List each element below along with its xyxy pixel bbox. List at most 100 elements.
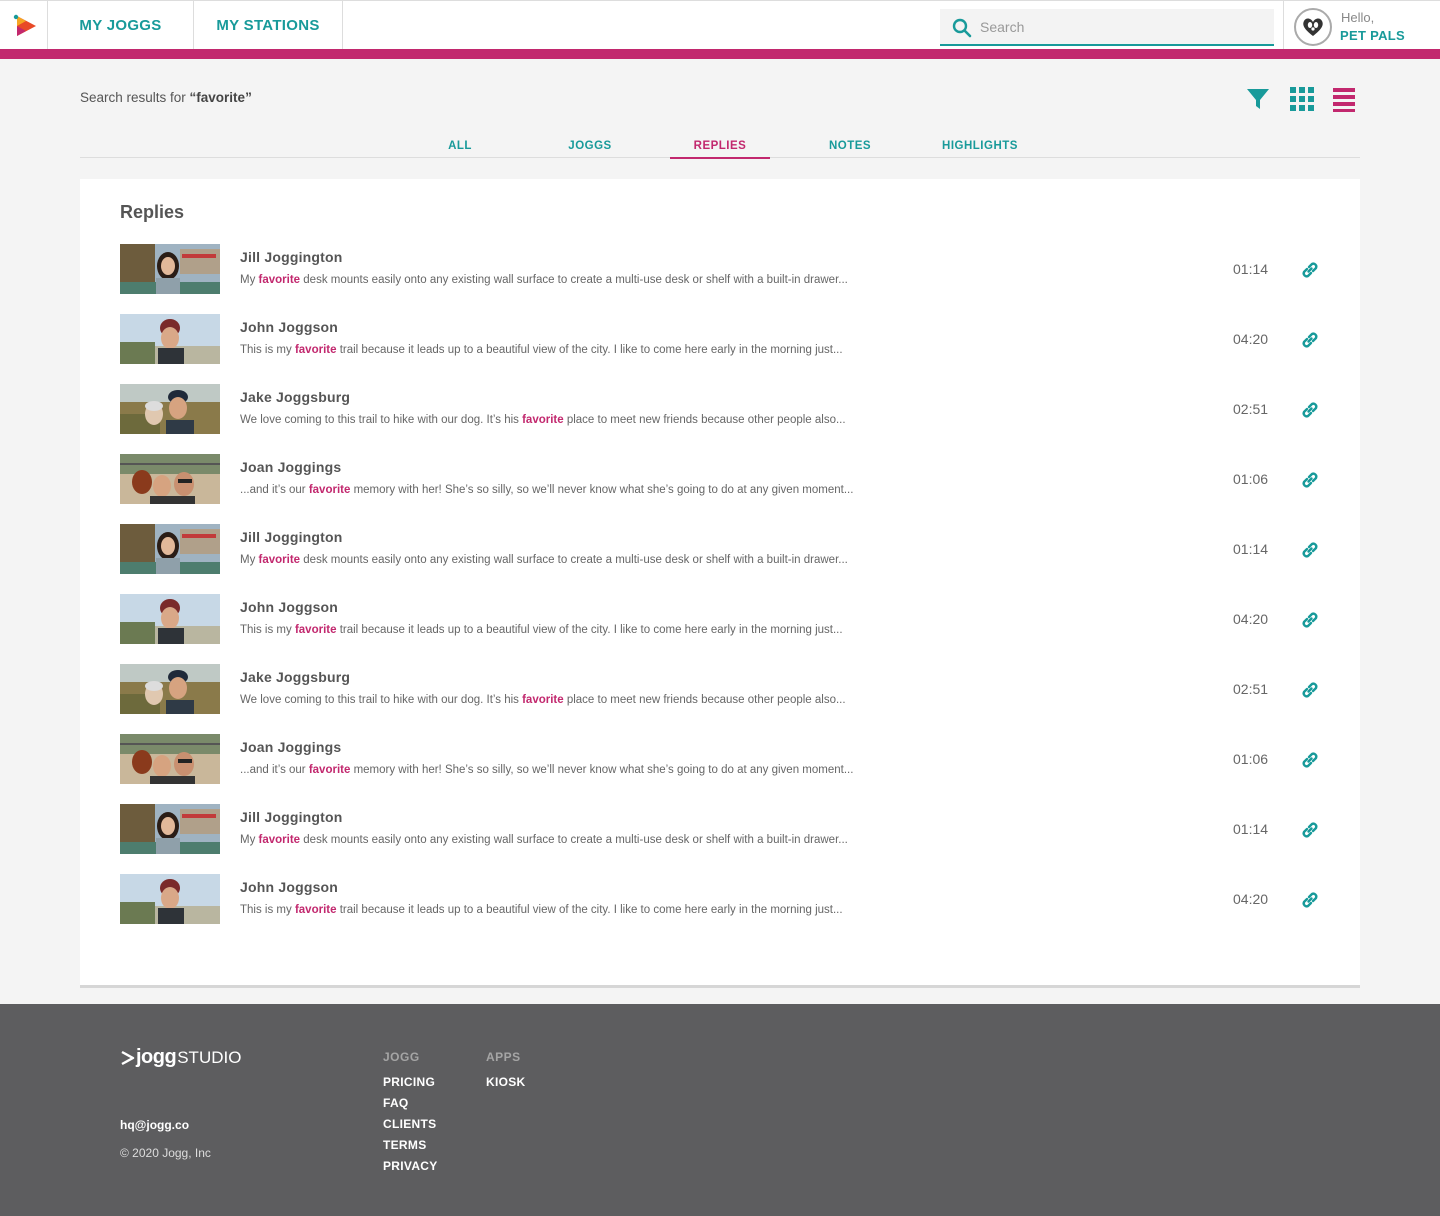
reply-row[interactable]: Jill Joggington My favorite desk mounts e… (120, 244, 1320, 294)
reply-thumbnail[interactable] (120, 524, 220, 574)
reply-highlight: favorite (258, 274, 301, 286)
reply-highlight: favorite (522, 694, 564, 706)
reply-timestamp[interactable]: 04:20 (1233, 611, 1268, 627)
tab-notes[interactable]: NOTES (800, 140, 900, 159)
list-view-icon[interactable] (1331, 86, 1357, 112)
reply-highlight: favorite (294, 904, 337, 916)
copy-link-button[interactable] (1299, 679, 1321, 701)
reply-author[interactable]: Jake Joggsburg (240, 669, 350, 685)
reply-author[interactable]: Joan Joggings (240, 459, 341, 475)
reply-thumbnail[interactable] (120, 594, 220, 644)
footer-link-clients[interactable]: CLIENTS (383, 1117, 436, 1131)
reply-timestamp[interactable]: 01:06 (1233, 751, 1268, 767)
reply-thumbnail[interactable] (120, 454, 220, 504)
reply-excerpt-after: memory with her! She’s so silly, so we’l… (350, 764, 854, 776)
reply-row[interactable]: Jake Joggsburg We love coming to this tra… (120, 384, 1320, 434)
link-icon (1302, 402, 1318, 418)
footer-link-privacy[interactable]: PRIVACY (383, 1159, 438, 1173)
reply-excerpt-before: This is my (240, 904, 295, 916)
reply-highlight: favorite (258, 554, 301, 566)
reply-row[interactable]: Jake Joggsburg We love coming to this tra… (120, 664, 1320, 714)
reply-author[interactable]: John Joggson (240, 599, 338, 615)
footer-link-pricing[interactable]: PRICING (383, 1075, 435, 1089)
nav-tab-my-stations[interactable]: MY STATIONS (194, 1, 343, 50)
search-query: “favorite” (189, 90, 252, 105)
footer-link-kiosk[interactable]: KIOSK (486, 1075, 526, 1089)
tab-joggs[interactable]: JOGGS (540, 140, 640, 159)
reply-thumbnail[interactable] (120, 384, 220, 434)
user-name[interactable]: PET PALS (1340, 28, 1405, 43)
copy-link-button[interactable] (1299, 259, 1321, 281)
reply-thumbnail[interactable] (120, 244, 220, 294)
reply-timestamp[interactable]: 01:06 (1233, 471, 1268, 487)
header-divider (1283, 1, 1284, 50)
reply-thumbnail[interactable] (120, 804, 220, 854)
reply-excerpt-after: desk mounts easily onto any existing wal… (300, 834, 848, 846)
reply-author[interactable]: Joan Joggings (240, 739, 341, 755)
reply-thumbnail[interactable] (120, 664, 220, 714)
footer-link-terms[interactable]: TERMS (383, 1138, 427, 1152)
reply-excerpt-before: This is my (240, 344, 295, 356)
reply-excerpt-before: We love coming to this trail to hike wit… (240, 694, 523, 706)
reply-excerpt-after: desk mounts easily onto any existing wal… (300, 554, 848, 566)
copy-link-button[interactable] (1299, 749, 1321, 771)
search-icon[interactable] (952, 18, 972, 38)
reply-row[interactable]: Joan Joggings ...and it’s our favorite me… (120, 734, 1320, 784)
footer-copyright: © 2020 Jogg, Inc (120, 1146, 211, 1160)
copy-link-button[interactable] (1299, 539, 1321, 561)
reply-thumbnail[interactable] (120, 874, 220, 924)
copy-link-button[interactable] (1299, 469, 1321, 491)
grid-view-icon[interactable] (1289, 86, 1315, 112)
copy-link-button[interactable] (1299, 889, 1321, 911)
reply-row[interactable]: John Joggson This is my favorite trail be… (120, 874, 1320, 924)
nav-tab-my-joggs[interactable]: MY JOGGS (47, 1, 194, 50)
reply-highlight: favorite (522, 414, 564, 426)
copy-link-button[interactable] (1299, 819, 1321, 841)
replies-card: Replies Jill Joggington My favorite desk … (80, 179, 1360, 988)
reply-timestamp[interactable]: 01:14 (1233, 261, 1268, 277)
filter-icon[interactable] (1245, 86, 1271, 112)
footer-link-faq[interactable]: FAQ (383, 1096, 409, 1110)
reply-timestamp[interactable]: 04:20 (1233, 331, 1268, 347)
reply-author[interactable]: Jill Joggington (240, 529, 343, 545)
footer-email[interactable]: hq@jogg.co (120, 1118, 189, 1132)
dog-heart-icon (1303, 18, 1323, 36)
reply-author[interactable]: Jill Joggington (240, 809, 343, 825)
copy-link-button[interactable] (1299, 609, 1321, 631)
reply-thumbnail[interactable] (120, 734, 220, 784)
reply-row[interactable]: Jill Joggington My favorite desk mounts e… (120, 804, 1320, 854)
top-nav-bar: MY JOGGS MY STATIONS Hello, PET PALS (0, 0, 1440, 50)
reply-row[interactable]: Jill Joggington My favorite desk mounts e… (120, 524, 1320, 574)
reply-row[interactable]: John Joggson This is my favorite trail be… (120, 314, 1320, 364)
footer-logo[interactable]: jogg STUDIO (120, 1046, 241, 1069)
reply-author[interactable]: John Joggson (240, 319, 338, 335)
reply-timestamp[interactable]: 02:51 (1233, 681, 1268, 697)
copy-link-button[interactable] (1299, 329, 1321, 351)
tab-all[interactable]: ALL (410, 140, 510, 159)
tab-replies[interactable]: REPLIES (670, 140, 770, 159)
reply-timestamp[interactable]: 01:14 (1233, 821, 1268, 837)
reply-excerpt: This is my favorite trail because it lea… (240, 344, 843, 356)
reply-timestamp[interactable]: 02:51 (1233, 401, 1268, 417)
reply-row[interactable]: John Joggson This is my favorite trail be… (120, 594, 1320, 644)
search-input[interactable] (980, 9, 1260, 44)
reply-excerpt-after: place to meet new friends because other … (563, 414, 846, 426)
reply-author[interactable]: John Joggson (240, 879, 338, 895)
reply-excerpt: We love coming to this trail to hike wit… (240, 694, 846, 706)
reply-excerpt: My favorite desk mounts easily onto any … (240, 554, 848, 566)
reply-timestamp[interactable]: 04:20 (1233, 891, 1268, 907)
reply-thumbnail[interactable] (120, 314, 220, 364)
reply-excerpt-after: trail because it leads up to a beautiful… (336, 344, 843, 356)
link-icon (1302, 752, 1318, 768)
greeting-text: Hello, (1341, 10, 1375, 25)
footer-heading-apps: APPS (486, 1050, 521, 1064)
reply-excerpt-after: trail because it leads up to a beautiful… (336, 624, 843, 636)
jogg-logo-icon[interactable] (12, 13, 38, 39)
reply-author[interactable]: Jake Joggsburg (240, 389, 350, 405)
copy-link-button[interactable] (1299, 399, 1321, 421)
reply-timestamp[interactable]: 01:14 (1233, 541, 1268, 557)
avatar[interactable] (1294, 8, 1332, 46)
reply-author[interactable]: Jill Joggington (240, 249, 343, 265)
tab-highlights[interactable]: HIGHLIGHTS (930, 140, 1030, 159)
reply-row[interactable]: Joan Joggings ...and it’s our favorite me… (120, 454, 1320, 504)
